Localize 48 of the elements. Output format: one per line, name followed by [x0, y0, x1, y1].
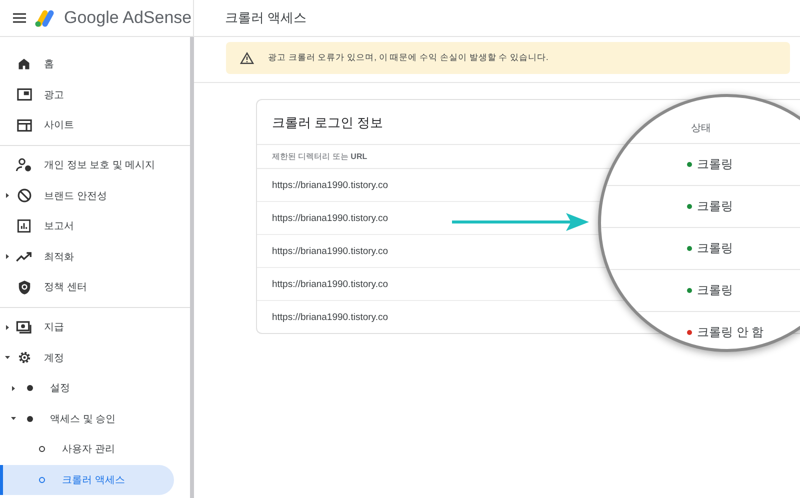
bar-chart-icon: [17, 219, 31, 234]
settings-icon: [16, 350, 32, 366]
ad-frame-icon: [16, 88, 32, 102]
person-icon: [16, 158, 32, 172]
sidebar-item[interactable]: 크롤러 액세스: [0, 464, 174, 496]
url-cell: https://briana1990.tistory.co: [272, 312, 388, 322]
logo-icon: [34, 9, 56, 27]
sidebar-item[interactable]: 홈: [0, 49, 174, 80]
sidebar-item[interactable]: 최적화: [0, 242, 174, 272]
column-header: 제한된 디렉터리 또는 URL: [272, 152, 368, 161]
url-cell: https://briana1990.tistory.co: [272, 278, 388, 290]
sidebar-item[interactable]: 사용자 관리: [0, 434, 174, 465]
trend-icon: [16, 252, 32, 262]
bullet-icon: [27, 385, 33, 392]
column-header: 상태: [691, 122, 711, 135]
page-title: 크롤러 액세스: [225, 9, 307, 27]
sidebar-item[interactable]: 정책 센터: [0, 272, 174, 303]
payment-icon: [16, 320, 32, 334]
warning-icon: [240, 52, 254, 64]
product-name: Google AdSense: [64, 8, 192, 28]
status-cell: 크롤링: [697, 156, 733, 173]
bullet-icon: [27, 416, 33, 422]
sidebar-item[interactable]: 보고서: [0, 210, 174, 242]
ring-icon: [39, 446, 45, 452]
warning-message: 광고 크롤러 오류가 있으며, 이 때문에 수익 손실이 발생할 수 있습니다.: [268, 52, 548, 64]
sidebar-item[interactable]: 개인 정보 보호 및 메시지: [0, 150, 174, 180]
sidebar-item[interactable]: 지급: [0, 312, 174, 342]
url-cell: https://briana1990.tistory.co: [272, 212, 388, 224]
home-icon: [17, 57, 31, 72]
sidebar-item[interactable]: 광고: [0, 80, 174, 110]
sidebar-item[interactable]: 사이트: [0, 110, 174, 141]
sidebar-item[interactable]: 계정: [0, 342, 174, 373]
arrow-icon: [452, 212, 590, 232]
status-cell: 크롤링 안 함: [697, 324, 764, 341]
block-icon: [16, 188, 32, 204]
sidebar-item[interactable]: 액세스 및 승인: [0, 404, 174, 434]
url-cell: https://briana1990.tistory.co: [272, 180, 388, 190]
url-cell: https://briana1990.tistory.co: [272, 246, 388, 256]
shield-icon: [18, 280, 30, 295]
sidebar-item[interactable]: 브랜드 안전성: [0, 180, 174, 211]
card-title: 크롤러 로그인 정보: [272, 115, 384, 130]
status-cell: 크롤링: [697, 240, 733, 257]
status-cell: 크롤링: [697, 282, 733, 299]
ring-icon: [39, 477, 45, 484]
sidebar-item[interactable]: 설정: [0, 372, 174, 404]
menu-icon[interactable]: [13, 13, 26, 23]
layout-icon: [16, 118, 32, 132]
status-cell: 크롤링: [697, 198, 733, 215]
